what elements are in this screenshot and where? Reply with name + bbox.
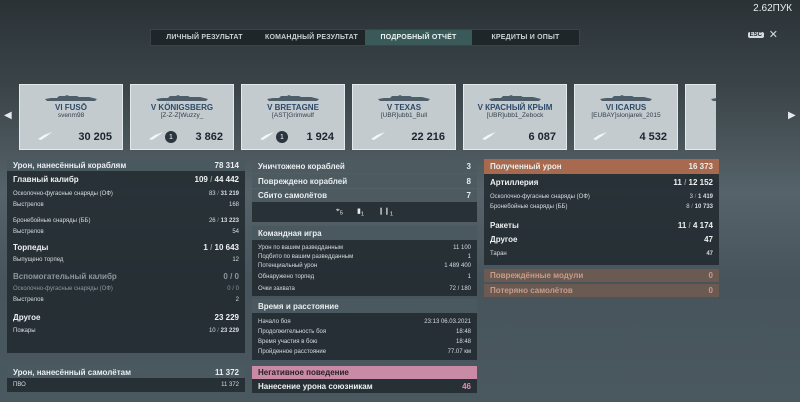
damaged-modules-row: Повреждённые модули 0 [484, 269, 719, 282]
rockets-row: Ракеты 11 / 4 174 [490, 220, 713, 230]
ship-carousel: VI FUSŌ svenm98 30 205 V KÖNIGSBERG [Z-Z-Z]W… [19, 84, 716, 150]
secondary-row: Вспомогательный калибр 0 / 0 [13, 272, 239, 281]
team-play-header: Командная игра [252, 226, 477, 240]
player-name: [EUBAY] [686, 112, 716, 119]
middle-panel: Уничтожено кораблей 3 Повреждено кораблей… [252, 159, 477, 393]
plane-count-badge: 1 [276, 131, 288, 143]
battle-start-row: Начало боя 23:13 06.03.2021 [258, 319, 471, 325]
ram-row: Таран 47 [490, 251, 713, 257]
left-panel: Урон, нанесённый кораблям 78 314 Главный … [7, 159, 245, 392]
participation-row: Время участия в бою 18:48 [258, 339, 471, 345]
spotting-damage-row: Урон по вашим разведданным 11 100 [258, 244, 471, 251]
spotted-ships-row: Подбито по вашим разведданным 1 [258, 253, 471, 260]
player-name: [AST]Grimwulf [272, 112, 314, 119]
ship-card[interactable]: [EUBAY] [685, 84, 716, 150]
ship-damage: 22 216 [411, 131, 445, 143]
version-label: 2.62ПУК [753, 3, 792, 14]
aircraft-icon [482, 132, 496, 140]
ship-card[interactable]: V BRETAGNE [AST]Grimwulf 1 1 924 [241, 84, 345, 150]
capture-points-row: Очки захвата 72 / 180 [258, 285, 471, 292]
battle-duration-row: Продолжительность боя 18:48 [258, 329, 471, 335]
player-name: [UBR]ubb1_Bull [380, 112, 428, 119]
tab-team[interactable]: КОМАНДНЫЙ РЕЗУЛЬТАТ [258, 30, 365, 45]
other-received-row: Другое 47 [490, 234, 713, 244]
crosshair-icon: ⌖5 [335, 207, 344, 217]
close-icon[interactable]: ✕ [769, 28, 778, 41]
ship-name: VI ICARUS [605, 103, 647, 112]
shots-row: Выстрелов 54 [13, 228, 239, 235]
aircraft-icon [149, 132, 163, 140]
shell-icon: ▮1 [357, 207, 365, 218]
ship-damage: 4 532 [639, 131, 667, 143]
plane-count-badge: 1 [165, 131, 177, 143]
ap-received-row: Бронебойные снаряды (ББ) 8 / 10 733 [490, 204, 713, 210]
artillery-row: Артиллерия 11 / 12 152 [490, 178, 713, 187]
player-name: [UBR]ubb1_Zebock [486, 112, 544, 119]
esc-key-hint: ESC [747, 32, 764, 38]
ap-row: Бронебойные снаряды (ББ) 26 / 13 223 [13, 217, 239, 224]
shells-icon: ❙❙1 [378, 207, 394, 218]
negative-behavior-header: Негативное поведение [252, 366, 477, 379]
he-received-row: Осколочно-фугасные снаряды (ОФ) 3 / 1 419 [490, 194, 713, 200]
ship-damage: 6 087 [528, 131, 556, 143]
aircraft-damage-header: Урон, нанесённый самолётам 11 372 [7, 366, 245, 378]
ship-name: V TEXAS [386, 103, 422, 112]
ship-silhouette-icon [600, 95, 652, 101]
ship-name: V КРАСНЫЙ КРЫМ [477, 103, 553, 112]
ship-card[interactable]: VI FUSŌ svenm98 30 205 [19, 84, 123, 150]
ship-damage: 1 924 [306, 131, 334, 143]
other-row: Другое 23 229 [13, 313, 239, 322]
ship-damage: 3 862 [195, 131, 223, 143]
planes-shot-row: Сбито самолётов 7 [252, 189, 477, 202]
aircraft-icon [593, 132, 607, 140]
main-battery-row: Главный калибр 109 / 44 442 [13, 174, 239, 184]
potential-damage-row: Потенциальный урон 1 489 400 [258, 262, 471, 269]
torpedoes-row: Торпеды 1 / 10 643 [13, 243, 239, 252]
carousel-right-icon[interactable]: ▶ [788, 110, 796, 121]
aircraft-icon [260, 132, 274, 140]
destroyed-row: Уничтожено кораблей 3 [252, 159, 477, 173]
ship-silhouette-icon [156, 95, 208, 101]
planes-lost-row: Потеряно самолётов 0 [484, 284, 719, 297]
shots-row: Выстрелов 2 [13, 296, 239, 303]
ship-card[interactable]: V КРАСНЫЙ КРЫМ [UBR]ubb1_Zebock 6 087 [463, 84, 567, 150]
distance-row: Пройденное расстояние 77.07 км [258, 349, 471, 355]
tab-detailed-report[interactable]: ПОДРОБНЫЙ ОТЧЁТ [365, 30, 472, 45]
ship-silhouette-icon [378, 95, 430, 101]
aircraft-icon [371, 132, 385, 140]
player-name: [EUBAY]slonjarek_2015 [591, 112, 661, 119]
tab-bar: ЛИЧНЫЙ РЕЗУЛЬТАТ КОМАНДНЫЙ РЕЗУЛЬТАТ ПОД… [150, 29, 580, 46]
damaged-row: Повреждено кораблей 8 [252, 174, 477, 188]
torpedoes-detected-row: Обнаружено торпед 1 [258, 274, 471, 280]
he-row: Осколочно-фугасные снаряды (ОФ) 83 / 31 2… [13, 190, 239, 197]
ship-name: VI FUSŌ [54, 103, 87, 112]
ship-silhouette-icon [489, 95, 541, 101]
aa-row: ПВО 11 372 [13, 382, 239, 388]
ship-silhouette-icon [711, 98, 716, 101]
received-damage-header: Полученный урон 16 373 [484, 159, 719, 174]
ship-silhouette-icon [45, 95, 97, 101]
ship-card[interactable]: V KÖNIGSBERG [Z-Z-Z]Wuzzy_ 1 3 862 [130, 84, 234, 150]
aircraft-icon [38, 132, 52, 140]
ship-damage: 30 205 [78, 131, 112, 143]
ship-card[interactable]: V TEXAS [UBR]ubb1_Bull 22 216 [352, 84, 456, 150]
ship-silhouette-icon [267, 95, 319, 101]
carousel-left-icon[interactable]: ◀ [4, 110, 12, 121]
tab-personal[interactable]: ЛИЧНЫЙ РЕЗУЛЬТАТ [151, 30, 258, 45]
time-distance-header: Время и расстояние [252, 299, 477, 313]
team-damage-row: Нанесение урона союзникам 46 [252, 379, 477, 393]
secondary-he-row: Осколочно-фугасные снаряды (ОФ) 0 / 0 [13, 285, 239, 292]
fires-row: Пожары 10 / 23 229 [13, 327, 239, 334]
shots-row: Выстрелов 168 [13, 201, 239, 208]
ship-name: V BRETAGNE [267, 103, 319, 112]
ribbons-row: ⌖5 ▮1 ❙❙1 [252, 202, 477, 222]
ship-name: V KÖNIGSBERG [150, 103, 214, 112]
ship-card[interactable]: VI ICARUS [EUBAY]slonjarek_2015 4 532 [574, 84, 678, 150]
tab-credits-xp[interactable]: КРЕДИТЫ И ОПЫТ [472, 30, 579, 45]
player-name: [Z-Z-Z]Wuzzy_ [160, 112, 204, 119]
player-name: svenm98 [57, 112, 85, 119]
right-panel: Полученный урон 16 373 Артиллерия 11 / 12 … [484, 159, 719, 297]
torpedoes-fired-row: Выпущено торпед 12 [13, 257, 239, 263]
ship-damage-header: Урон, нанесённый кораблям 78 314 [7, 159, 245, 171]
